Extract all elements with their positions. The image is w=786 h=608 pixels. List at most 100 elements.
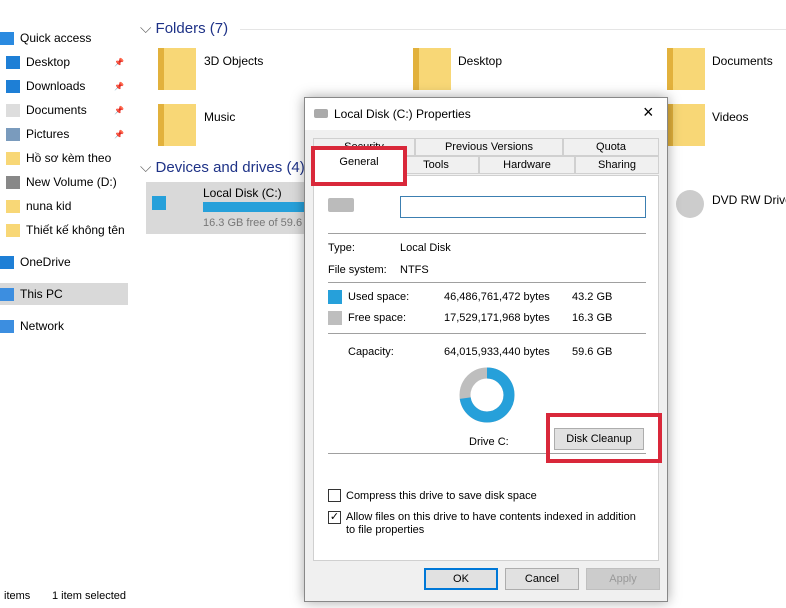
pin-icon[interactable]: 📌 [114, 82, 124, 91]
tab-label: Quota [596, 141, 626, 153]
computer-icon [0, 287, 14, 301]
music-folder-icon [158, 104, 196, 146]
sidebar-item-desktop[interactable]: Desktop 📌 [0, 51, 128, 73]
used-label: Used space: [348, 291, 410, 303]
divider [328, 282, 646, 283]
tab-quota[interactable]: Quota [563, 138, 659, 156]
drive-icon [314, 109, 328, 118]
properties-dialog: Local Disk (C:) Properties × Security Pr… [304, 97, 668, 602]
download-icon [6, 79, 20, 93]
ok-button[interactable]: OK [424, 568, 498, 590]
tab-hardware[interactable]: Hardware [479, 156, 575, 174]
status-selected: 1 item selected [52, 590, 126, 602]
sidebar-item-h-s-k-m-theo[interactable]: Hồ sơ kèm theo [0, 147, 128, 169]
tab-general[interactable]: General [315, 156, 403, 168]
button-label: OK [453, 573, 469, 585]
divider [240, 29, 786, 30]
folder-label: Desktop [458, 54, 503, 68]
folder-label: Videos [712, 110, 749, 124]
drive-icon [6, 175, 20, 189]
sidebar-item-label: Documents [26, 103, 87, 117]
folder-icon [6, 223, 20, 237]
folder-label: Music [204, 110, 236, 124]
free-bytes: 17,529,171,968 bytes [444, 312, 550, 324]
compress-label: Compress this drive to save disk space [346, 490, 537, 502]
sidebar-item-label: Thiết kế không tên ( [26, 223, 128, 237]
pictures-icon [6, 127, 20, 141]
tab-previous-versions[interactable]: Previous Versions [415, 138, 563, 156]
divider [328, 233, 646, 234]
dialog-title: Local Disk (C:) Properties [334, 107, 471, 121]
folders-header[interactable]: ⌵ Folders (7) [140, 20, 228, 37]
drives-header[interactable]: ⌵ Devices and drives (4) [140, 159, 305, 176]
tab-label: Hardware [503, 159, 551, 171]
apply-button[interactable]: Apply [586, 568, 660, 590]
drive-c-tile[interactable]: Local Disk (C:) 16.3 GB free of 59.6 [146, 182, 306, 234]
drive-usage-bar [203, 202, 306, 212]
pin-icon[interactable]: 📌 [114, 130, 124, 139]
star-icon [0, 31, 14, 45]
close-icon[interactable]: × [643, 102, 654, 123]
sidebar-item-nuna-kid[interactable]: nuna kid [0, 195, 128, 217]
sidebar-item-label: Quick access [20, 31, 92, 45]
sidebar-item-label: Network [20, 319, 65, 333]
cloud-icon [0, 255, 14, 269]
desktop-folder-icon [413, 48, 451, 90]
tab-label: Tools [423, 159, 449, 171]
cancel-button[interactable]: Cancel [505, 568, 579, 590]
document-icon [6, 103, 20, 117]
fs-value: NTFS [400, 264, 429, 276]
network-icon [0, 319, 14, 333]
compress-checkbox[interactable] [328, 489, 341, 502]
folders-header-label: Folders (7) [155, 20, 229, 37]
sidebar-item-label: Hồ sơ kèm theo [26, 151, 112, 165]
tab-label: Previous Versions [444, 141, 534, 153]
dialog-titlebar: Local Disk (C:) Properties × [305, 98, 667, 130]
divider [328, 333, 646, 334]
desktop-icon [6, 55, 20, 69]
sidebar-item-pictures[interactable]: Pictures 📌 [0, 123, 128, 145]
general-tab-highlight[interactable]: General [311, 146, 407, 186]
sidebar-item-onedrive[interactable]: OneDrive [0, 251, 128, 273]
used-gb: 43.2 GB [572, 291, 613, 303]
drive-free-text: 16.3 GB free of 59.6 [203, 217, 303, 229]
tab-sharing[interactable]: Sharing [575, 156, 659, 174]
capacity-bytes: 64,015,933,440 bytes [444, 346, 550, 358]
sidebar-item-this-pc[interactable]: This PC [0, 283, 128, 305]
free-label: Free space: [348, 312, 407, 324]
drive-name: Local Disk (C:) [203, 186, 282, 200]
sidebar-item-network[interactable]: Network [0, 315, 128, 337]
drives-header-label: Devices and drives (4) [155, 159, 305, 176]
videos-folder-icon [667, 104, 705, 146]
used-color-swatch [328, 290, 342, 304]
windows-drive-icon [152, 196, 166, 210]
drive-name-input[interactable] [400, 196, 646, 218]
drive-icon [328, 198, 354, 212]
documents-folder-icon [667, 48, 705, 90]
sidebar-item-label: This PC [20, 287, 63, 301]
pin-icon[interactable]: 📌 [114, 106, 124, 115]
sidebar-item-thi-t-k-kh-ng-t-n-[interactable]: Thiết kế không tên ( [0, 219, 128, 241]
sidebar-item-label: Downloads [26, 79, 86, 93]
sidebar-item-label: OneDrive [20, 255, 71, 269]
sidebar-item-quick-access[interactable]: Quick access [0, 27, 128, 49]
sidebar-item-label: Pictures [26, 127, 70, 141]
folder-icon [6, 151, 20, 165]
used-bytes: 46,486,761,472 bytes [444, 291, 550, 303]
tab-label: Sharing [598, 159, 636, 171]
type-label: Type: [328, 242, 355, 254]
dvd-icon [676, 190, 704, 218]
free-color-swatch [328, 311, 342, 325]
usage-donut-chart [459, 367, 515, 423]
sidebar-item-documents[interactable]: Documents 📌 [0, 99, 128, 121]
index-label: Allow files on this drive to have conten… [346, 511, 636, 536]
button-label: Cancel [524, 573, 560, 585]
drive-label: Drive C: [469, 436, 509, 448]
index-checkbox[interactable]: ✓ [328, 511, 341, 524]
sidebar-item-label: nuna kid [26, 199, 72, 213]
pin-icon[interactable]: 📌 [114, 58, 124, 67]
sidebar-item-label: Desktop [26, 55, 71, 69]
sidebar-item-downloads[interactable]: Downloads 📌 [0, 75, 128, 97]
sidebar-item-new-volume-d-[interactable]: New Volume (D:) [0, 171, 128, 193]
capacity-gb: 59.6 GB [572, 346, 613, 358]
